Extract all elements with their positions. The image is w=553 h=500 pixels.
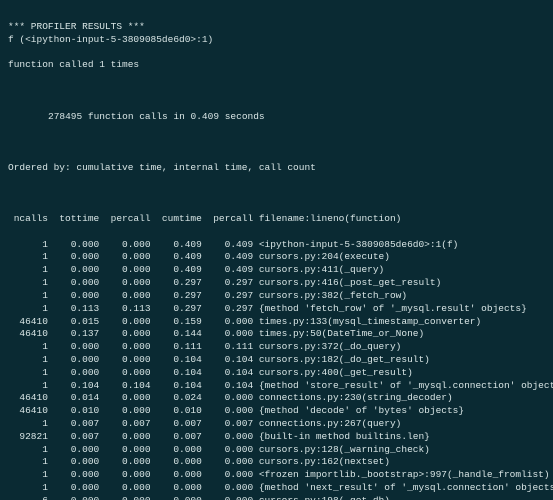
profile-row: 46410 0.015 0.000 0.159 0.000 times.py:1… [8,316,553,329]
summary-line: 278495 function calls in 0.409 seconds [8,111,553,124]
fn-line: f (<ipython-input-5-3809085de6d0>:1) [8,34,553,47]
profile-row: 1 0.000 0.000 0.297 0.297 cursors.py:382… [8,290,553,303]
blank-line [8,136,553,149]
profile-row: 46410 0.010 0.000 0.010 0.000 {method 'd… [8,405,553,418]
profile-row: 1 0.000 0.000 0.297 0.297 cursors.py:416… [8,277,553,290]
profile-rows: 1 0.000 0.000 0.409 0.409 <ipython-input… [8,239,553,500]
profile-row: 92821 0.007 0.000 0.007 0.000 {built-in … [8,431,553,444]
profile-row: 1 0.000 0.000 0.000 0.000 cursors.py:128… [8,444,553,457]
profile-row: 1 0.000 0.000 0.104 0.104 cursors.py:182… [8,354,553,367]
profiler-output: *** PROFILER RESULTS *** f (<ipython-inp… [0,0,553,500]
called-line: function called 1 times [8,59,553,72]
profile-row: 1 0.113 0.113 0.297 0.297 {method 'fetch… [8,303,553,316]
profile-row: 1 0.000 0.000 0.000 0.000 <frozen import… [8,469,553,482]
profile-row: 1 0.000 0.000 0.104 0.104 cursors.py:400… [8,367,553,380]
profile-row: 1 0.000 0.000 0.409 0.409 cursors.py:411… [8,264,553,277]
profile-row: 46410 0.014 0.000 0.024 0.000 connection… [8,392,553,405]
profile-row: 1 0.000 0.000 0.111 0.111 cursors.py:372… [8,341,553,354]
blank-line [8,187,553,200]
profile-row: 1 0.000 0.000 0.000 0.000 {method 'next_… [8,482,553,495]
profile-row: 1 0.000 0.000 0.000 0.000 cursors.py:162… [8,456,553,469]
profile-row: 1 0.000 0.000 0.409 0.409 cursors.py:204… [8,251,553,264]
columns-header: ncalls tottime percall cumtime percall f… [8,213,553,226]
ordered-line: Ordered by: cumulative time, internal ti… [8,162,553,175]
profile-row: 46410 0.137 0.000 0.144 0.000 times.py:5… [8,328,553,341]
results-heading: *** PROFILER RESULTS *** [8,21,145,32]
profile-row: 1 0.000 0.000 0.409 0.409 <ipython-input… [8,239,553,252]
blank-line [8,85,553,98]
profile-row: 1 0.104 0.104 0.104 0.104 {method 'store… [8,380,553,393]
profile-row: 6 0.000 0.000 0.000 0.000 cursors.py:198… [8,495,553,500]
profile-row: 1 0.007 0.007 0.007 0.007 connections.py… [8,418,553,431]
